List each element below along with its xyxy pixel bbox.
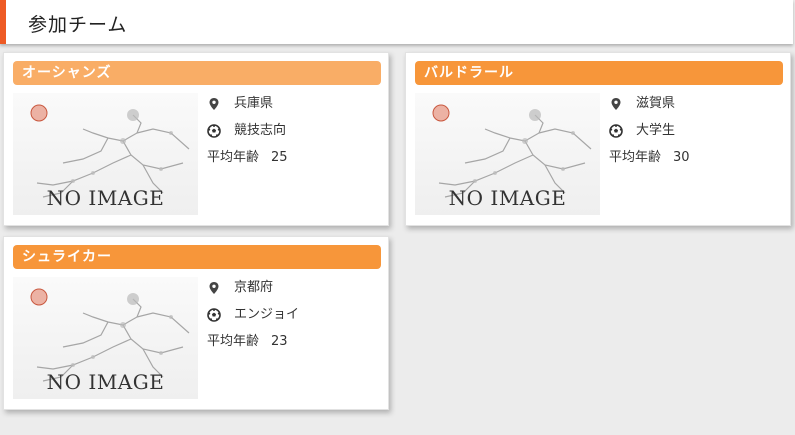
level: 大学生 [636, 123, 676, 138]
soccer-ball-icon [207, 308, 221, 322]
no-image-label: NO IMAGE [46, 186, 165, 210]
level-row: エンジョイ [207, 306, 382, 333]
prefecture-row: 兵庫県 [207, 95, 382, 122]
team-card[interactable]: バルドラール NO IMAGE 滋賀県 大学生 平均年齢 30 [405, 52, 791, 226]
soccer-ball-icon [609, 124, 623, 138]
team-info: 兵庫県 競技志向 平均年齢 25 [207, 95, 382, 176]
prefecture: 兵庫県 [234, 96, 274, 111]
map-pin-icon [611, 98, 621, 110]
team-thumbnail[interactable]: NO IMAGE [415, 93, 600, 215]
prefecture: 滋賀県 [636, 96, 676, 111]
map-pin-icon [209, 282, 219, 294]
age-row: 平均年齢 30 [609, 149, 784, 176]
age-label: 平均年齢 [207, 150, 260, 165]
team-card[interactable]: シュライカー NO IMAGE 京都府 エンジョイ 平均年齢 23 [3, 236, 389, 410]
team-name[interactable]: オーシャンズ [13, 61, 381, 85]
team-info: 滋賀県 大学生 平均年齢 30 [609, 95, 784, 176]
age-row: 平均年齢 23 [207, 333, 382, 360]
prefecture-row: 京都府 [207, 279, 382, 306]
team-thumbnail[interactable]: NO IMAGE [13, 277, 198, 399]
no-image-label: NO IMAGE [46, 370, 165, 394]
avg-age: 23 [271, 334, 288, 349]
team-thumbnail[interactable]: NO IMAGE [13, 93, 198, 215]
age-label: 平均年齢 [609, 150, 662, 165]
team-card[interactable]: オーシャンズ NO IMAGE 兵庫県 競技志向 平均年齢 25 [3, 52, 389, 226]
prefecture: 京都府 [234, 280, 274, 295]
age-label: 平均年齢 [207, 334, 260, 349]
level: 競技志向 [234, 123, 287, 138]
soccer-ball-icon [207, 124, 221, 138]
team-name[interactable]: シュライカー [13, 245, 381, 269]
avg-age: 25 [271, 150, 288, 165]
map-pin-icon [209, 98, 219, 110]
no-image-label: NO IMAGE [448, 186, 567, 210]
team-info: 京都府 エンジョイ 平均年齢 23 [207, 279, 382, 360]
section-header: 参加チーム [0, 0, 793, 44]
level-row: 競技志向 [207, 122, 382, 149]
level-row: 大学生 [609, 122, 784, 149]
prefecture-row: 滋賀県 [609, 95, 784, 122]
avg-age: 30 [673, 150, 690, 165]
team-name[interactable]: バルドラール [415, 61, 783, 85]
level: エンジョイ [234, 307, 300, 322]
section-title: 参加チーム [28, 14, 128, 36]
age-row: 平均年齢 25 [207, 149, 382, 176]
